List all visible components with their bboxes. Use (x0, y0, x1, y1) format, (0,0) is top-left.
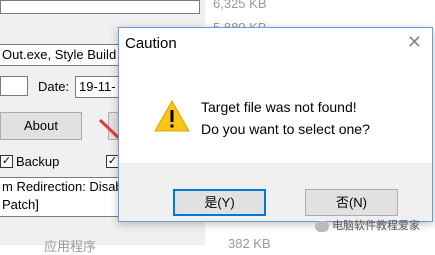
dialog-footer: 是(Y) 否(N) (119, 163, 432, 221)
yes-button[interactable]: 是(Y) (173, 189, 266, 216)
dialog-body: Target file was not found! Do you want t… (119, 66, 432, 163)
close-icon[interactable]: ✕ (407, 32, 422, 53)
watermark: 电脑软件教程爱家 (315, 217, 435, 239)
watermark-text: 电脑软件教程爱家 (332, 220, 421, 232)
warning-icon (154, 99, 190, 132)
wechat-icon (315, 220, 329, 232)
message-line-1: Target file was not found! (201, 99, 357, 115)
message-line-2: Do you want to select one? (201, 121, 370, 137)
dialog-title: Caution (125, 35, 177, 52)
no-button[interactable]: 否(N) (305, 189, 398, 216)
caution-dialog: Caution ✕ Target file was not found! Do … (118, 27, 433, 222)
